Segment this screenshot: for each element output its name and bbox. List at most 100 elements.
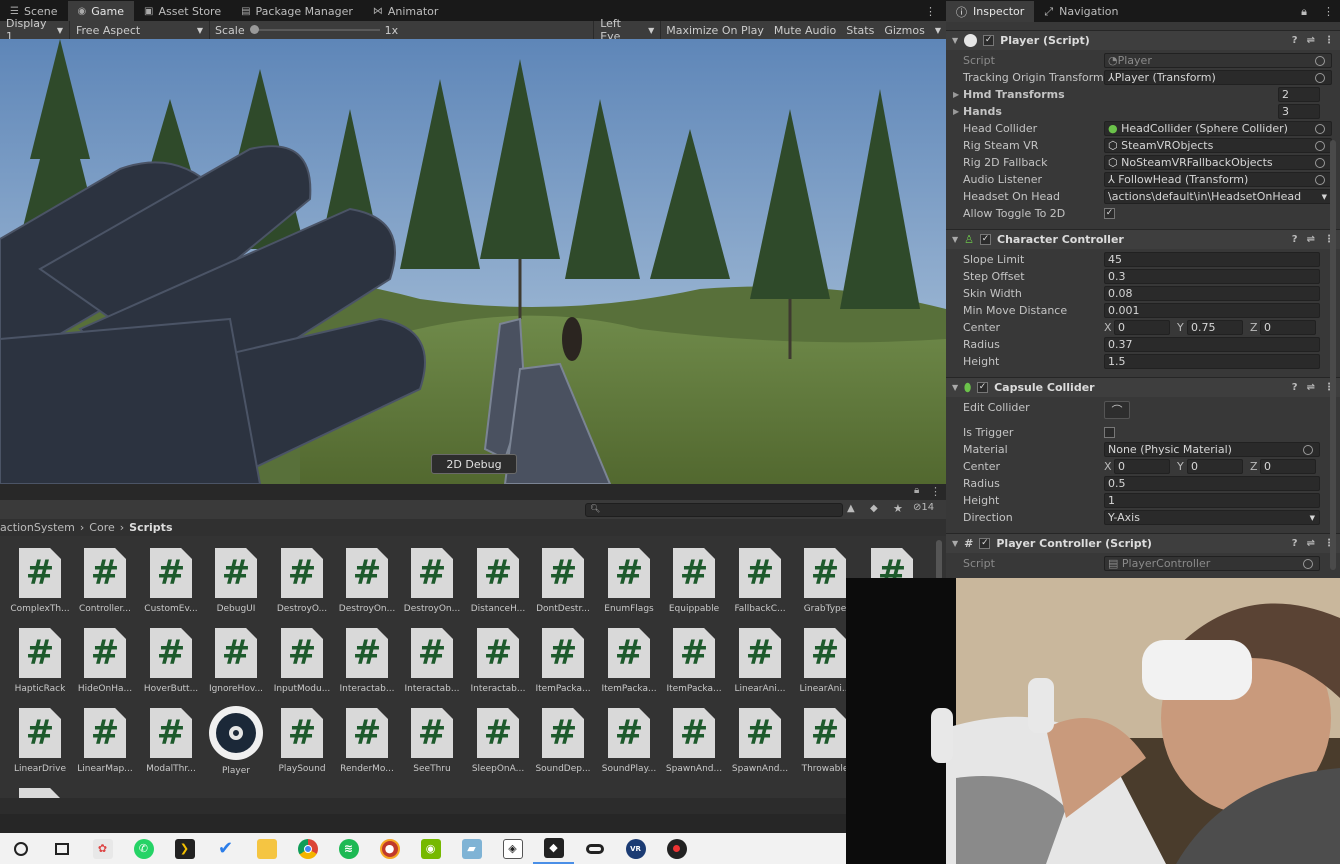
capsule-center-z[interactable]: Z0 (1250, 459, 1316, 474)
asset-script[interactable]: # Interactab... (335, 628, 399, 694)
component-player-controller[interactable]: ▼ # ✓ Player Controller (Script) ? ⇌ ⋮ (946, 533, 1340, 553)
filter-type-icon[interactable]: ▲ (847, 503, 855, 514)
help-icon[interactable]: ? (1292, 538, 1298, 549)
asset-script[interactable]: # LinearAni... (728, 628, 792, 694)
height-input[interactable]: 1.5 (1104, 354, 1320, 369)
hmd-transforms-size[interactable]: 2 (1278, 87, 1320, 102)
asset-script[interactable]: # HoverButt... (139, 628, 203, 694)
asset-grid-scrollbar[interactable] (936, 540, 942, 580)
help-icon[interactable]: ? (1292, 35, 1298, 46)
file-explorer-icon[interactable] (246, 833, 287, 864)
label-icon[interactable]: ◆ (870, 503, 878, 514)
eye-dropdown[interactable]: Left Eye ▼ (593, 17, 662, 43)
game-viewport[interactable] (0, 39, 946, 484)
breadcrumb-item-3[interactable]: Scripts (129, 521, 172, 534)
prop-hands[interactable]: ▶ Hands 3 (946, 103, 1340, 120)
tab-package-manager[interactable]: ▤ Package Manager (231, 1, 363, 21)
hidden-packages-icon[interactable]: ⊘14 (913, 502, 934, 513)
2d-debug-button[interactable]: 2D Debug (431, 454, 517, 474)
unity-hub-icon[interactable]: ◈ (492, 833, 533, 864)
maximize-on-play-button[interactable]: Maximize On Play (661, 21, 769, 39)
audio-listener-field[interactable]: ⅄ FollowHead (Transform) (1104, 172, 1332, 187)
material-field[interactable]: None (Physic Material) (1104, 442, 1320, 457)
hands-size[interactable]: 3 (1278, 104, 1320, 119)
asset-script[interactable]: # Interactab... (400, 628, 464, 694)
asset-script[interactable]: # LinearMap... (73, 708, 137, 774)
center-x[interactable]: X0 (1104, 320, 1170, 335)
component-menu-icon[interactable]: ⋮ (1324, 35, 1334, 46)
help-icon[interactable]: ? (1292, 234, 1298, 245)
inspector-scrollbar[interactable] (1330, 140, 1336, 570)
preset-icon[interactable]: ⇌ (1307, 234, 1315, 245)
oculus-icon[interactable] (574, 833, 615, 864)
asset-script[interactable]: # HideOnHa... (73, 628, 137, 694)
object-picker-icon[interactable] (1303, 444, 1313, 455)
asset-script[interactable]: # CustomEv... (139, 548, 203, 614)
asset-script[interactable]: # Equippable (662, 548, 726, 614)
tab-navigation[interactable]: ⤢ Navigation (1034, 1, 1128, 22)
preset-icon[interactable]: ⇌ (1307, 538, 1315, 549)
asset-script[interactable]: # SoundDep... (531, 708, 595, 774)
asset-script[interactable]: # SpawnAnd... (662, 708, 726, 774)
fold-arrow-icon[interactable]: ▶ (953, 107, 959, 116)
asset-script[interactable]: # PlaySound (270, 708, 334, 774)
help-icon[interactable]: ? (1292, 382, 1298, 393)
component-character-controller[interactable]: ▼ ♙ ✓ Character Controller ? ⇌ ⋮ (946, 229, 1340, 249)
asset-script[interactable]: # Interactab... (466, 628, 530, 694)
rig-steam-vr-field[interactable]: ⬡ SteamVRObjects (1104, 138, 1332, 153)
vr-app-icon[interactable]: VR (615, 833, 656, 864)
asset-script[interactable]: # DestroyO... (270, 548, 334, 614)
prop-hmd-transforms[interactable]: ▶ Hmd Transforms 2 (946, 86, 1340, 103)
nvidia-icon[interactable]: ◉ (410, 833, 451, 864)
project-search-input[interactable]: 🔍︎ (585, 503, 843, 517)
component-enabled-checkbox[interactable]: ✓ (979, 538, 991, 549)
object-picker-icon[interactable] (1315, 157, 1325, 168)
fold-arrow-icon[interactable]: ▼ (952, 235, 958, 244)
tab-asset-store[interactable]: ▣ Asset Store (134, 1, 231, 21)
paint-app-icon[interactable]: ✿ (82, 833, 123, 864)
aspect-dropdown[interactable]: Free Aspect ▼ (70, 21, 210, 39)
capsule-center-x[interactable]: X0 (1104, 459, 1170, 474)
asset-script[interactable]: # SpawnAnd... (728, 708, 792, 774)
component-enabled-checkbox[interactable]: ✓ (980, 234, 992, 245)
headset-on-head-dropdown[interactable]: \actions\default\in\HeadsetOnHead ▼ (1104, 189, 1332, 204)
mute-audio-button[interactable]: Mute Audio (769, 21, 841, 39)
component-capsule-collider[interactable]: ▼ ⬮ ✓ Capsule Collider ? ⇌ ⋮ (946, 377, 1340, 397)
rig-2d-fallback-field[interactable]: ⬡ NoSteamVRFallbackObjects (1104, 155, 1332, 170)
unity-editor-icon[interactable]: ◆ (533, 833, 574, 864)
gizmos-button[interactable]: Gizmos (879, 21, 930, 39)
preset-icon[interactable]: ⇌ (1307, 382, 1315, 393)
capsule-center-y[interactable]: Y0 (1177, 459, 1243, 474)
lock-icon[interactable]: 🔒︎ (914, 485, 919, 496)
skin-width-input[interactable]: 0.08 (1104, 286, 1320, 301)
center-y[interactable]: Y 0.75 (1177, 320, 1243, 335)
fold-arrow-icon[interactable]: ▶ (953, 90, 959, 99)
asset-script[interactable]: # ItemPacka... (662, 628, 726, 694)
app-blue-icon[interactable]: ▰ (451, 833, 492, 864)
tab-inspector[interactable]: ⓘ Inspector (946, 1, 1035, 22)
breadcrumb-item-1[interactable]: actionSystem (0, 521, 75, 534)
component-player-script[interactable]: ▼ ✓ Player (Script) ? ⇌ ⋮ (946, 30, 1340, 50)
tab-animator[interactable]: ⋈ Animator (363, 1, 449, 21)
more-menu-icon[interactable]: ⋮ (915, 1, 946, 21)
whatsapp-icon[interactable]: ✆ (123, 833, 164, 864)
asset-script[interactable] (8, 788, 72, 798)
asset-script[interactable]: # RenderMo... (335, 708, 399, 774)
asset-script[interactable]: # DestroyOn... (400, 548, 464, 614)
edit-collider-icon[interactable]: ⌒ (1104, 401, 1130, 419)
task-view-icon[interactable] (41, 833, 82, 864)
asset-script[interactable]: # ModalThr... (139, 708, 203, 774)
capsule-height-input[interactable]: 1 (1104, 493, 1320, 508)
asset-script[interactable]: # LinearDrive (8, 708, 72, 774)
terminal-icon[interactable]: ❯ (164, 833, 205, 864)
fold-arrow-icon[interactable]: ▼ (952, 383, 958, 392)
panel-menu-icon[interactable]: ⋮ (930, 485, 941, 498)
asset-script[interactable]: # HapticRack (8, 628, 72, 694)
allow-toggle-2d-checkbox[interactable]: ✓ (1104, 208, 1115, 219)
step-offset-input[interactable]: 0.3 (1104, 269, 1320, 284)
is-trigger-checkbox[interactable] (1104, 427, 1115, 438)
asset-script[interactable]: # InputModu... (270, 628, 334, 694)
tab-game[interactable]: ◉ Game (67, 1, 134, 21)
asset-script[interactable]: # DebugUI (204, 548, 268, 614)
direction-dropdown[interactable]: Y-Axis ▼ (1104, 510, 1320, 525)
